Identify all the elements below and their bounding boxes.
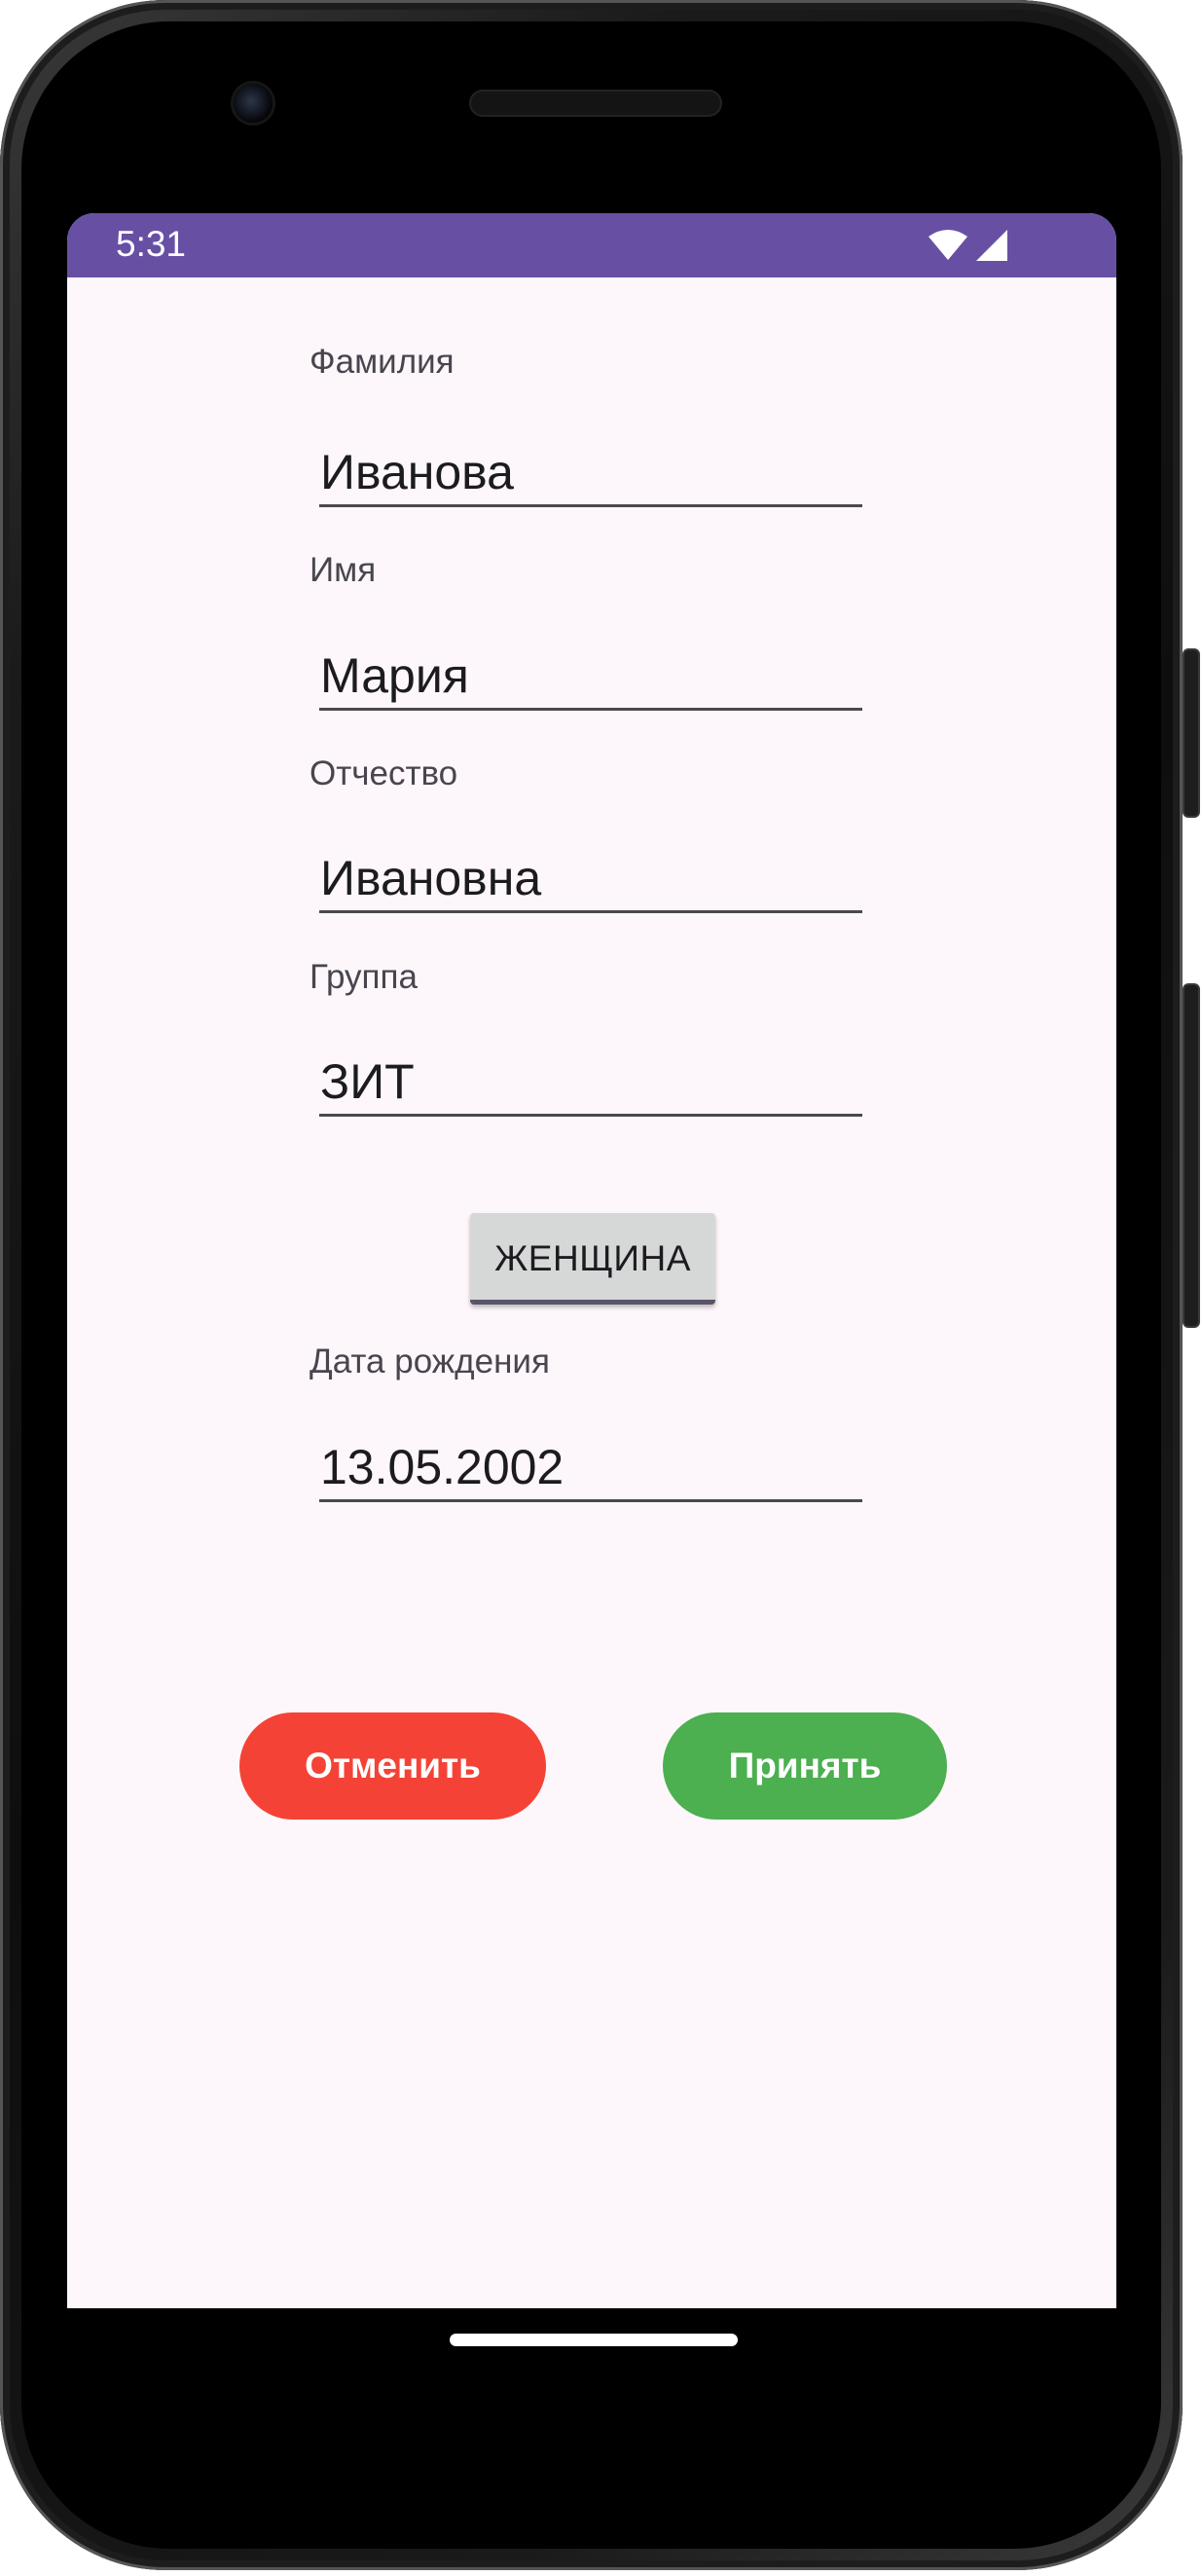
group-value: ЗИТ bbox=[320, 1054, 415, 1109]
last-name-input[interactable]: Иванова bbox=[319, 443, 862, 507]
volume-button bbox=[1183, 648, 1200, 818]
earpiece-speaker bbox=[469, 90, 722, 117]
first-name-value: Мария bbox=[320, 648, 469, 703]
status-icons bbox=[928, 225, 1009, 266]
accept-button[interactable]: Принять bbox=[663, 1712, 947, 1820]
group-label: Группа bbox=[310, 958, 418, 996]
birth-date-label: Дата рождения bbox=[310, 1343, 550, 1380]
group-input[interactable]: ЗИТ bbox=[319, 1052, 862, 1117]
home-indicator[interactable] bbox=[450, 2334, 738, 2346]
app-screen: 5:31 Фамилия Иванова Имя Мария Отчество … bbox=[67, 213, 1116, 2308]
status-time: 5:31 bbox=[116, 224, 187, 264]
front-camera bbox=[234, 84, 273, 123]
power-button bbox=[1183, 983, 1200, 1328]
birth-date-value: 13.05.2002 bbox=[320, 1440, 565, 1494]
first-name-label: Имя bbox=[310, 551, 377, 589]
gender-toggle-button[interactable]: ЖЕНЩИНА bbox=[470, 1213, 715, 1305]
first-name-input[interactable]: Мария bbox=[319, 646, 862, 711]
last-name-label: Фамилия bbox=[310, 343, 455, 381]
cancel-button[interactable]: Отменить bbox=[239, 1712, 546, 1820]
wifi-icon bbox=[929, 230, 967, 260]
status-bar: 5:31 bbox=[67, 213, 1116, 277]
patronymic-label: Отчество bbox=[310, 754, 458, 792]
patronymic-input[interactable]: Ивановна bbox=[319, 849, 862, 913]
patronymic-value: Ивановна bbox=[320, 851, 542, 905]
birth-date-input[interactable]: 13.05.2002 bbox=[319, 1438, 862, 1502]
last-name-value: Иванова bbox=[320, 445, 514, 499]
signal-icon bbox=[976, 230, 1007, 261]
